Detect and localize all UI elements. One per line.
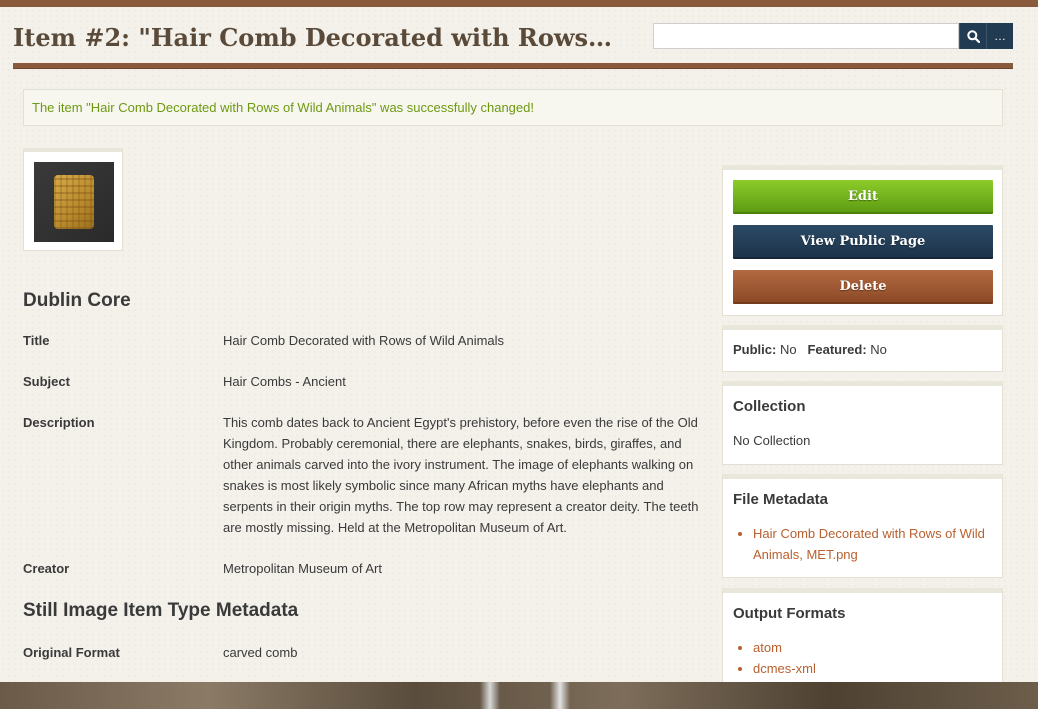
view-public-page-button[interactable]: View Public Page [733,225,993,259]
list-item: Hair Comb Decorated with Rows of Wild An… [753,523,998,565]
output-formats-heading: Output Formats [733,605,846,622]
success-message: The item "Hair Comb Decorated with Rows … [23,89,1003,126]
item-thumbnail-frame [23,148,123,251]
file-metadata-heading: File Metadata [733,491,829,508]
featured-label: Featured: [807,342,867,357]
output-formats-list: atom dcmes-xml [753,637,998,679]
output-format-link-atom[interactable]: atom [753,640,782,655]
collection-value: No Collection [733,433,811,448]
item-thumbnail[interactable] [34,162,114,242]
list-item: atom [753,637,998,658]
field-label: Subject [23,374,70,389]
field-label: Creator [23,561,70,576]
public-label: Public: [733,342,777,357]
edit-button[interactable]: Edit [733,180,993,214]
comb-image [54,175,94,229]
output-format-link-dcmes-xml[interactable]: dcmes-xml [753,661,816,676]
field-label: Original Format [23,645,120,660]
page-title: Item #2: "Hair Comb Decorated with Rows … [13,23,613,52]
status-line: Public: No Featured: No [733,342,887,357]
search-input[interactable] [653,23,959,49]
field-value: Hair Combs - Ancient [223,374,346,389]
field-label: Title [23,333,50,348]
output-formats-panel: Output Formats atom dcmes-xml [722,588,1003,688]
dublin-core-heading: Dublin Core [23,290,131,311]
file-metadata-panel: File Metadata Hair Comb Decorated with R… [722,474,1003,578]
list-item: dcmes-xml [753,658,998,679]
search-button[interactable] [959,23,986,49]
public-value: No [779,342,797,357]
page-content: Item #2: "Hair Comb Decorated with Rows … [0,7,1038,688]
field-value: This comb dates back to Ancient Egypt's … [223,415,699,535]
status-panel: Public: No Featured: No [722,325,1003,372]
search-icon [966,29,980,43]
still-image-heading: Still Image Item Type Metadata [23,600,299,621]
search-form: … [653,23,1013,49]
header-divider [13,63,1013,69]
actions-panel: Edit View Public Page Delete [722,165,1003,316]
advanced-search-button[interactable]: … [986,23,1013,49]
field-value: Hair Comb Decorated with Rows of Wild An… [223,333,505,348]
file-link[interactable]: Hair Comb Decorated with Rows of Wild An… [753,526,985,562]
page-header: Item #2: "Hair Comb Decorated with Rows … [13,7,1013,69]
field-value: Metropolitan Museum of Art [223,561,382,576]
field-value: carved comb [223,645,298,660]
file-list: Hair Comb Decorated with Rows of Wild An… [753,523,998,565]
background-photo-strip [0,682,1038,709]
field-label: Description [23,415,95,430]
collection-panel: Collection No Collection [722,381,1003,465]
top-strip [0,0,1038,7]
collection-heading: Collection [733,398,806,415]
delete-button[interactable]: Delete [733,270,993,304]
featured-value: No [870,342,887,357]
